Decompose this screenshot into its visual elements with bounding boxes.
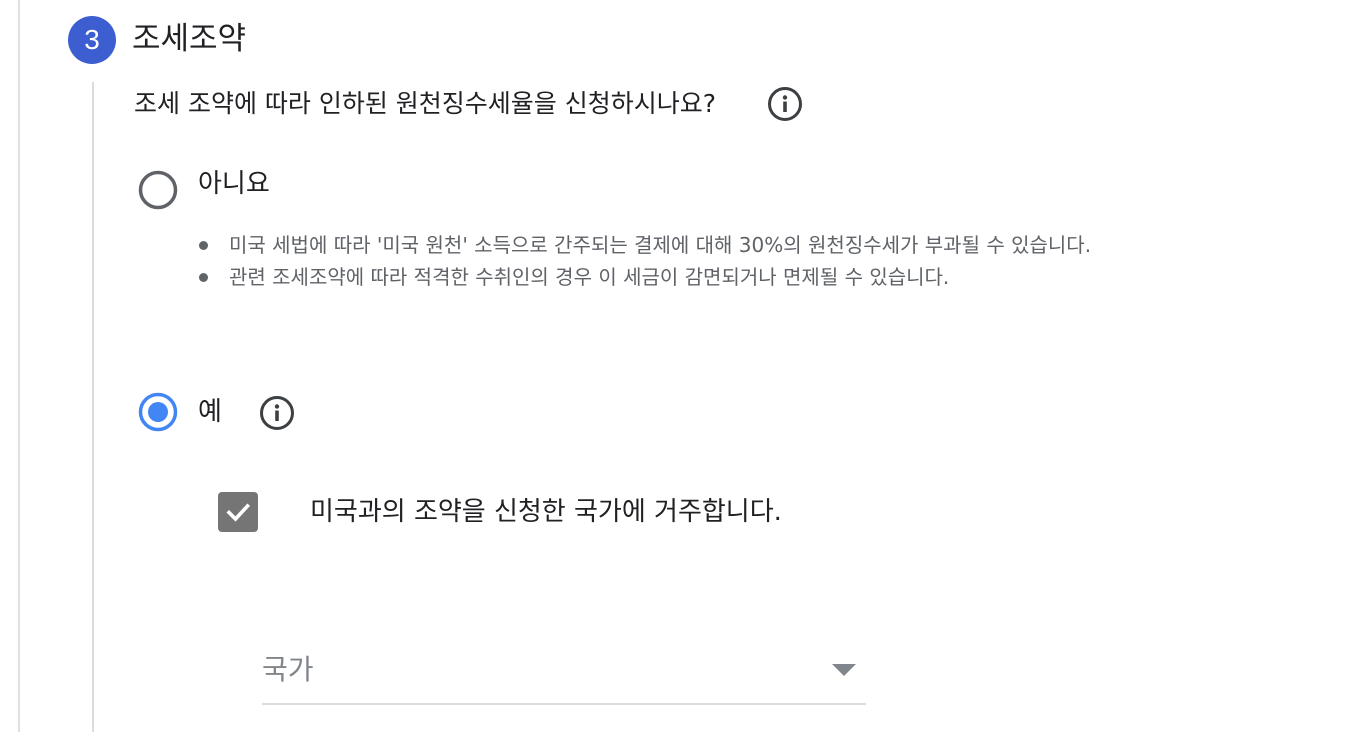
step-title: 조세조약 — [132, 21, 247, 57]
list-item: 미국 세법에 따라 '미국 원천' 소득으로 간주되는 결제에 대해 30%의 … — [196, 229, 1091, 261]
radio-yes[interactable] — [138, 392, 178, 432]
treaty-country-checkbox[interactable] — [218, 492, 258, 532]
list-item: 관련 조세조약에 따라 적격한 수취인의 경우 이 세금이 감면되거나 면제될 … — [196, 261, 1091, 293]
radio-yes-label: 예 — [198, 397, 222, 427]
radio-no-label: 아니요 — [198, 169, 270, 199]
country-select[interactable]: 국가 — [262, 640, 866, 705]
info-icon[interactable] — [260, 396, 294, 430]
page-left-divider — [18, 0, 20, 732]
radio-no[interactable] — [138, 170, 178, 210]
treaty-question: 조세 조약에 따라 인하된 원천징수세율을 신청하시나요? — [134, 89, 717, 118]
checkmark-icon — [226, 503, 251, 522]
tax-treaty-page: 3 조세조약 조세 조약에 따라 인하된 원천징수세율을 신청하시나요? 아니요… — [0, 0, 1356, 732]
country-select-placeholder: 국가 — [262, 653, 314, 686]
treaty-country-checkbox-label[interactable]: 미국과의 조약을 신청한 국가에 거주합니다. — [310, 494, 782, 530]
no-option-notes: 미국 세법에 따라 '미국 원천' 소득으로 간주되는 결제에 대해 30%의 … — [196, 229, 1091, 293]
step-number-badge: 3 — [68, 16, 116, 64]
step-connector-line — [92, 82, 94, 732]
dropdown-arrow-icon — [832, 664, 856, 676]
info-icon[interactable] — [768, 87, 802, 121]
